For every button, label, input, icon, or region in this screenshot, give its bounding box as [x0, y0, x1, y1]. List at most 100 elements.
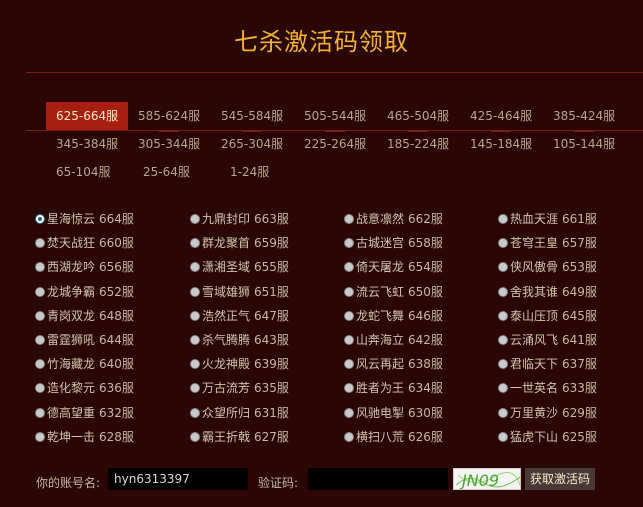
server-option[interactable]: 众望所归 631服 [190, 404, 289, 422]
server-option[interactable]: 万里黄沙 629服 [498, 404, 597, 422]
server-option[interactable]: 杀气腾腾 643服 [190, 331, 289, 349]
radio-button[interactable] [498, 238, 508, 249]
radio-button[interactable] [498, 310, 508, 321]
server-option[interactable]: 流云飞虹 650服 [344, 283, 443, 301]
server-option[interactable]: 龙城争霸 652服 [35, 283, 134, 301]
server-option[interactable]: 群龙聚首 659服 [190, 234, 289, 252]
radio-button[interactable] [498, 407, 508, 418]
radio-button[interactable] [498, 383, 508, 394]
tab-server-range[interactable]: 425-464服 [460, 102, 542, 132]
radio-button[interactable] [190, 335, 200, 345]
server-option[interactable]: 雷霆狮吼 644服 [35, 331, 134, 349]
radio-button[interactable] [35, 383, 45, 394]
tab-server-range[interactable]: 1-24服 [220, 158, 279, 186]
server-option[interactable]: 乾坤一击 628服 [35, 428, 134, 446]
server-option[interactable]: 龙蛇飞舞 646服 [344, 307, 443, 325]
tab-server-range[interactable]: 625-664服 [46, 102, 129, 130]
radio-button[interactable] [190, 214, 200, 224]
tab-server-range[interactable]: 25-64服 [133, 158, 200, 186]
radio-button[interactable] [190, 359, 200, 370]
tab-server-range[interactable]: 145-184服 [460, 130, 542, 158]
radio-button[interactable] [35, 431, 45, 442]
tab-server-range[interactable]: 585-624服 [128, 102, 210, 132]
account-input[interactable] [108, 468, 248, 490]
radio-button[interactable] [190, 407, 200, 418]
server-option[interactable]: 猛虎下山 625服 [498, 428, 597, 446]
captcha-image[interactable]: JN09 [453, 468, 521, 490]
radio-button[interactable] [35, 214, 45, 224]
radio-button[interactable] [498, 359, 508, 370]
tab-server-range[interactable]: 545-584服 [211, 102, 293, 132]
radio-button[interactable] [35, 262, 45, 273]
tab-server-range[interactable]: 105-144服 [543, 130, 625, 158]
radio-button[interactable] [35, 310, 45, 321]
radio-button[interactable] [190, 310, 200, 321]
radio-button[interactable] [344, 262, 354, 273]
radio-button[interactable] [35, 238, 45, 249]
radio-button[interactable] [344, 286, 354, 297]
server-option[interactable]: 风驰电掣 630服 [344, 404, 443, 422]
radio-button[interactable] [498, 431, 508, 442]
radio-button[interactable] [344, 383, 354, 394]
server-option[interactable]: 古城迷宫 658服 [344, 234, 443, 252]
server-option[interactable]: 倚天屠龙 654服 [344, 258, 443, 276]
tab-server-range[interactable]: 305-344服 [128, 130, 210, 158]
server-option[interactable]: 浩然正气 647服 [190, 307, 289, 325]
radio-button[interactable] [344, 214, 354, 224]
radio-button[interactable] [344, 359, 354, 370]
radio-button[interactable] [35, 286, 45, 297]
server-option[interactable]: 侠风傲骨 653服 [498, 258, 597, 276]
radio-button[interactable] [190, 286, 200, 297]
radio-button[interactable] [35, 335, 45, 345]
server-option[interactable]: 胜者为王 634服 [344, 379, 443, 397]
radio-button[interactable] [35, 407, 45, 418]
tab-server-range[interactable]: 225-264服 [294, 130, 376, 158]
radio-button[interactable] [344, 431, 354, 442]
server-option[interactable]: 风云再起 638服 [344, 355, 443, 373]
server-option[interactable]: 热血天涯 661服 [498, 210, 597, 228]
server-option[interactable]: 君临天下 637服 [498, 355, 597, 373]
server-option[interactable]: 青岗双龙 648服 [35, 307, 134, 325]
radio-button[interactable] [35, 359, 45, 370]
radio-button[interactable] [344, 238, 354, 249]
radio-button[interactable] [498, 286, 508, 297]
server-option[interactable]: 泰山压顶 645服 [498, 307, 597, 325]
tab-server-range[interactable]: 65-104服 [46, 158, 121, 186]
server-option[interactable]: 德高望重 632服 [35, 404, 134, 422]
server-option[interactable]: 竹海藏龙 640服 [35, 355, 134, 373]
radio-button[interactable] [498, 335, 508, 345]
radio-button[interactable] [498, 214, 508, 224]
radio-button[interactable] [344, 335, 354, 345]
server-option[interactable]: 九鼎封印 663服 [190, 210, 289, 228]
server-option[interactable]: 火龙神殿 639服 [190, 355, 289, 373]
server-option[interactable]: 造化黎元 636服 [35, 379, 134, 397]
server-option[interactable]: 横扫八荒 626服 [344, 428, 443, 446]
server-option[interactable]: 焚天战狂 660服 [35, 234, 134, 252]
server-option[interactable]: 战意凛然 662服 [344, 210, 443, 228]
server-option[interactable]: 苍穹王皇 657服 [498, 234, 597, 252]
server-option[interactable]: 潇湘圣域 655服 [190, 258, 289, 276]
tab-server-range[interactable]: 345-384服 [46, 130, 128, 158]
radio-button[interactable] [190, 383, 200, 394]
captcha-input[interactable] [308, 468, 448, 490]
radio-button[interactable] [344, 407, 354, 418]
tab-server-range[interactable]: 465-504服 [377, 102, 459, 132]
radio-button[interactable] [498, 262, 508, 273]
tab-server-range[interactable]: 265-304服 [211, 130, 293, 158]
radio-button[interactable] [190, 238, 200, 249]
get-code-button[interactable]: 获取激活码 [525, 468, 595, 490]
server-option[interactable]: 舍我其谁 649服 [498, 283, 597, 301]
radio-button[interactable] [190, 262, 200, 273]
tab-server-range[interactable]: 185-224服 [377, 130, 459, 158]
server-option[interactable]: 云涌风飞 641服 [498, 331, 597, 349]
server-option[interactable]: 一世英名 633服 [498, 379, 597, 397]
tab-server-range[interactable]: 505-544服 [294, 102, 376, 132]
server-option[interactable]: 星海惊云 664服 [35, 210, 134, 228]
server-option[interactable]: 霸王折戟 627服 [190, 428, 289, 446]
server-option[interactable]: 雪域雄狮 651服 [190, 283, 289, 301]
server-option[interactable]: 山奔海立 642服 [344, 331, 443, 349]
tab-server-range[interactable]: 385-424服 [543, 102, 625, 132]
radio-button[interactable] [344, 310, 354, 321]
radio-button[interactable] [190, 431, 200, 442]
server-option[interactable]: 万古流芳 635服 [190, 379, 289, 397]
